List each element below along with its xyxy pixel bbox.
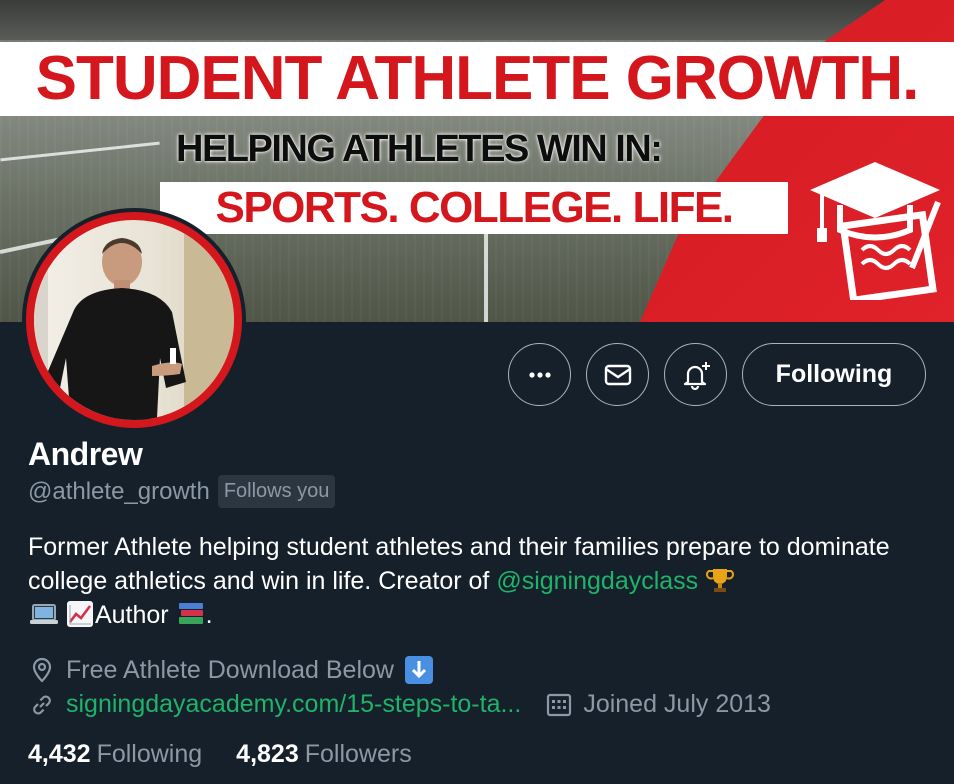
chart-increasing-icon	[65, 599, 95, 629]
followers-label: Followers	[304, 740, 412, 768]
following-stat[interactable]: 4,432 Following	[28, 740, 202, 769]
banner-tagline-box: SPORTS. COLLEGE. LIFE.	[160, 182, 788, 234]
following-button[interactable]: Following	[742, 343, 926, 406]
bell-plus-icon	[683, 361, 710, 390]
bio-author: Author	[94, 601, 169, 629]
bio-mention-link[interactable]: @signingdayclass	[496, 567, 698, 595]
more-button[interactable]	[508, 343, 571, 406]
notifications-button[interactable]	[664, 343, 727, 406]
bio: Former Athlete helping student athletes …	[28, 530, 938, 632]
display-name: Andrew	[28, 436, 143, 472]
laptop-icon	[28, 599, 58, 629]
following-count: 4,432	[28, 740, 91, 768]
banner-tagline: SPORTS. COLLEGE. LIFE.	[215, 183, 734, 232]
followers-stat[interactable]: 4,823 Followers	[236, 740, 412, 769]
followers-count: 4,823	[236, 740, 299, 768]
follow-stats: 4,432 Following 4,823 Followers	[28, 740, 412, 769]
banner-headline-box: STUDENT ATHLETE GROWTH.	[0, 42, 954, 116]
avatar-photo	[26, 212, 242, 428]
envelope-icon	[604, 364, 631, 385]
field-line	[0, 141, 160, 162]
website-row: signingdayacademy.com/15-steps-to-ta... …	[28, 690, 771, 719]
website-link[interactable]: signingdayacademy.com/15-steps-to-ta...	[66, 690, 521, 719]
trophy-icon	[705, 565, 735, 595]
bio-text: Former Athlete helping student athletes …	[28, 533, 890, 595]
location-row: Free Athlete Download Below	[28, 655, 434, 685]
banner-stadium-strip	[0, 0, 954, 40]
down-arrow-icon	[404, 655, 434, 685]
bio-end: .	[205, 601, 213, 629]
calendar-icon	[545, 691, 573, 719]
joined-date: Joined July 2013	[583, 690, 771, 718]
avatar[interactable]	[22, 208, 246, 432]
banner-headline: STUDENT ATHLETE GROWTH.	[35, 44, 920, 113]
location-pin-icon	[28, 656, 56, 684]
message-button[interactable]	[586, 343, 649, 406]
username: @athlete_growth	[28, 477, 210, 505]
person-photo	[34, 220, 234, 420]
follows-you-badge: Follows you	[217, 475, 336, 508]
link-icon	[28, 691, 56, 719]
more-icon	[528, 371, 551, 378]
banner-subline: HELPING ATHLETES WIN IN:	[176, 128, 663, 170]
following-label: Following	[96, 740, 203, 768]
location-text: Free Athlete Download Below	[66, 655, 394, 684]
handle-row: @athlete_growth Follows you	[28, 475, 336, 508]
books-icon	[176, 599, 206, 629]
graduation-cap-icon	[810, 162, 941, 300]
